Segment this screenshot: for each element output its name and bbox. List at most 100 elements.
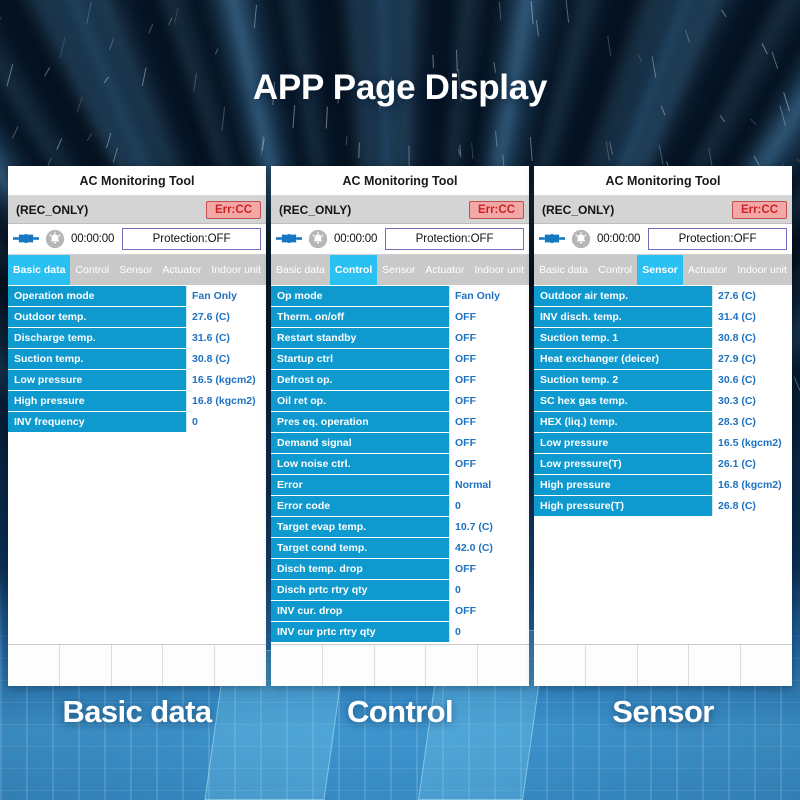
- protection-status-button[interactable]: Protection:OFF: [385, 228, 524, 250]
- tab-indoor-unit[interactable]: Indoor unit: [469, 255, 529, 285]
- data-row-value: OFF: [449, 328, 529, 348]
- toolbar-chart-button[interactable]: [8, 645, 60, 686]
- data-row-label: Disch prtc rtry qty: [271, 580, 449, 600]
- data-row: Outdoor air temp. 27.6 (C): [534, 286, 792, 307]
- toolbar-stop-circle-button[interactable]: [426, 645, 479, 686]
- toolbar-transfer-button[interactable]: [375, 645, 427, 686]
- data-row: Low noise ctrl. OFF: [271, 454, 529, 475]
- error-badge[interactable]: Err:CC: [468, 200, 524, 219]
- data-row-label: Startup ctrl: [271, 349, 449, 369]
- protection-status-button[interactable]: Protection:OFF: [648, 228, 787, 250]
- bell-icon: [571, 229, 591, 249]
- data-row: High pressure 16.8 (kgcm2): [534, 475, 792, 496]
- data-row-value: 31.6 (C): [186, 328, 266, 348]
- plug-icon: [276, 232, 302, 246]
- tab-label: Basic data: [539, 264, 589, 276]
- data-table[interactable]: Op mode Fan Only Therm. on/off OFF Restart s…: [271, 285, 529, 644]
- data-row-label: Pres eq. operation: [271, 412, 449, 432]
- data-row-value: Fan Only: [186, 286, 266, 306]
- bell-icon: [45, 229, 65, 249]
- timer-display: 00:00:00: [71, 233, 115, 245]
- bottom-toolbar: [8, 644, 266, 686]
- data-row-value: OFF: [449, 370, 529, 390]
- data-row-label: Suction temp.: [8, 349, 186, 369]
- data-row: Suction temp. 30.8 (C): [8, 349, 266, 370]
- panel-caption: Sensor: [612, 694, 714, 729]
- data-row: INV cur prtc rtry qty 0: [271, 622, 529, 643]
- data-row-label: Oil ret op.: [271, 391, 449, 411]
- tab-sensor[interactable]: Sensor: [114, 255, 157, 285]
- tab-control[interactable]: Control: [70, 255, 114, 285]
- data-row-label: High pressure: [534, 475, 712, 495]
- error-badge[interactable]: Err:CC: [731, 200, 787, 219]
- toolbar-sliders-button[interactable]: [586, 645, 638, 686]
- tab-actuator[interactable]: Actuator: [157, 255, 206, 285]
- tab-basic-data[interactable]: Basic data: [271, 255, 330, 285]
- data-row: INV disch. temp. 31.4 (C): [534, 307, 792, 328]
- protection-status-button[interactable]: Protection:OFF: [122, 228, 261, 250]
- bell-icon: [308, 229, 328, 249]
- tab-bar: Basic data Control Sensor Actuator Indoor un…: [271, 255, 529, 285]
- data-row-value: 0: [186, 412, 266, 432]
- data-row-label: INV cur. drop: [271, 601, 449, 621]
- tab-label: Sensor: [119, 264, 153, 276]
- data-row-label: Restart standby: [271, 328, 449, 348]
- data-row: Restart standby OFF: [271, 328, 529, 349]
- tab-basic-data[interactable]: Basic data: [8, 255, 71, 285]
- tab-sensor[interactable]: Sensor: [637, 255, 683, 285]
- bottom-toolbar: [534, 644, 792, 686]
- data-row-label: Low pressure(T): [534, 454, 712, 474]
- toolbar-chart-button[interactable]: [534, 645, 586, 686]
- data-row: Heat exchanger (deicer) 27.9 (C): [534, 349, 792, 370]
- tab-basic-data[interactable]: Basic data: [534, 255, 593, 285]
- tab-control[interactable]: Control: [593, 255, 637, 285]
- tab-indoor-unit[interactable]: Indoor unit: [732, 255, 792, 285]
- toolbar-home-button[interactable]: [215, 645, 266, 686]
- data-table[interactable]: Operation mode Fan Only Outdoor temp. 27.6 …: [8, 285, 266, 644]
- data-row-value: Normal: [449, 475, 529, 495]
- data-row-value: OFF: [449, 412, 529, 432]
- error-badge[interactable]: Err:CC: [205, 200, 261, 219]
- data-row: INV cur. drop OFF: [271, 601, 529, 622]
- data-row-value: 16.8 (kgcm2): [186, 391, 266, 411]
- toolbar-sliders-button[interactable]: [323, 645, 375, 686]
- app-panel-1: AC Monitoring Tool (REC_ONLY) Err:CC 00:00:…: [8, 166, 266, 686]
- tab-sensor[interactable]: Sensor: [377, 255, 420, 285]
- plug-icon: [13, 232, 39, 246]
- tab-label: Indoor unit: [211, 264, 262, 276]
- data-row-label: High pressure: [8, 391, 186, 411]
- data-row-label: Defrost op.: [271, 370, 449, 390]
- data-row: Oil ret op. OFF: [271, 391, 529, 412]
- data-row-value: OFF: [449, 559, 529, 579]
- toolbar-transfer-button[interactable]: [638, 645, 690, 686]
- data-row-value: Fan Only: [449, 286, 529, 306]
- toolbar-home-button[interactable]: [741, 645, 792, 686]
- toolbar-chart-button[interactable]: [271, 645, 323, 686]
- data-row-value: 31.4 (C): [712, 307, 792, 327]
- data-row: Low pressure 16.5 (kgcm2): [8, 370, 266, 391]
- data-row-label: Operation mode: [8, 286, 186, 306]
- toolbar-stop-circle-button[interactable]: [689, 645, 742, 686]
- toolbar-sliders-button[interactable]: [60, 645, 112, 686]
- data-row-label: Outdoor temp.: [8, 307, 186, 327]
- tab-bar: Basic data Control Sensor Actuator Indoor un…: [8, 255, 266, 285]
- toolbar-stop-circle-button[interactable]: [163, 645, 216, 686]
- data-row-label: Error code: [271, 496, 449, 516]
- tab-control[interactable]: Control: [329, 255, 378, 285]
- data-table[interactable]: Outdoor air temp. 27.6 (C) INV disch. temp…: [534, 285, 792, 644]
- data-row: Target cond temp. 42.0 (C): [271, 538, 529, 559]
- tab-actuator[interactable]: Actuator: [420, 255, 469, 285]
- tab-actuator[interactable]: Actuator: [683, 255, 732, 285]
- status-bar: (REC_ONLY) Err:CC: [8, 196, 266, 224]
- timer-display: 00:00:00: [334, 233, 378, 245]
- toolbar-transfer-button[interactable]: [112, 645, 164, 686]
- tab-label: Actuator: [162, 264, 202, 276]
- tab-label: Control: [334, 264, 373, 276]
- data-row: SC hex gas temp. 30.3 (C): [534, 391, 792, 412]
- data-row-value: OFF: [449, 349, 529, 369]
- data-row-value: 42.0 (C): [449, 538, 529, 558]
- tab-indoor-unit[interactable]: Indoor unit: [206, 255, 266, 285]
- tab-bar: Basic data Control Sensor Actuator Indoor un…: [534, 255, 792, 285]
- data-row: Therm. on/off OFF: [271, 307, 529, 328]
- toolbar-home-button[interactable]: [478, 645, 529, 686]
